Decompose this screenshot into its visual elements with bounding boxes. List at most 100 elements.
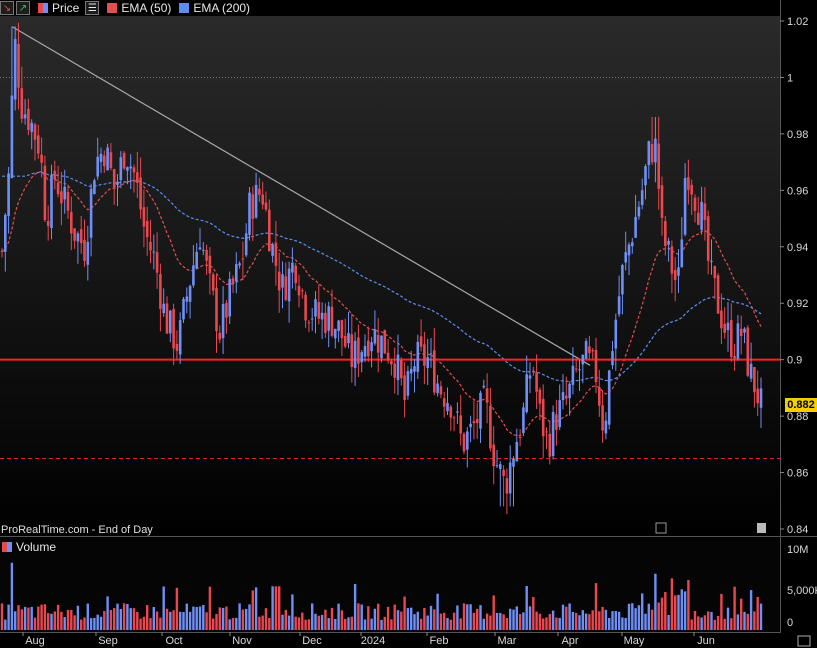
candle-body — [215, 288, 218, 332]
candle-body — [188, 285, 192, 302]
volume-bar — [660, 597, 664, 630]
volume-bar — [109, 610, 113, 630]
volume-bar — [17, 605, 20, 630]
candle-body — [574, 368, 578, 370]
candle-body — [350, 334, 354, 368]
candle-body — [565, 395, 568, 399]
candle-body — [60, 191, 63, 204]
volume-bar — [578, 615, 581, 630]
candle-body — [221, 303, 225, 339]
volume-bar — [509, 608, 512, 630]
price-tick-label: 0.86 — [787, 468, 808, 480]
volume-bar — [390, 619, 393, 630]
candle-body — [205, 249, 208, 261]
volume-bar — [654, 573, 657, 630]
volume-bar — [756, 596, 759, 630]
volume-bar — [344, 618, 347, 630]
volume-bar — [324, 609, 327, 630]
candle-body — [522, 407, 525, 433]
candle-body — [449, 406, 453, 418]
ema200-swatch — [179, 3, 190, 13]
volume-bar — [713, 619, 716, 630]
candle-body — [697, 212, 700, 225]
candle-body — [165, 303, 169, 334]
volume-bar — [561, 604, 565, 630]
volume-bar — [314, 613, 317, 630]
candle-body — [119, 157, 123, 181]
candle-body — [683, 177, 687, 235]
volume-bar — [532, 597, 535, 630]
list-icon[interactable]: ☰ — [85, 1, 100, 15]
price-tick-label: 1 — [787, 72, 793, 84]
candle-body — [277, 271, 281, 291]
candle-body — [172, 308, 175, 349]
volume-bar — [400, 611, 403, 630]
volume-bar — [740, 598, 743, 630]
month-label: Feb — [430, 635, 449, 647]
month-label: Sep — [98, 635, 118, 647]
volume-bar — [291, 594, 294, 630]
candle-body — [79, 229, 83, 244]
price-tick-label: 0.94 — [787, 242, 808, 254]
volume-bar — [149, 618, 152, 630]
candle-body — [756, 388, 759, 404]
volume-bar — [212, 618, 215, 630]
volume-bar — [528, 606, 532, 630]
candle-body — [664, 220, 667, 246]
volume-bar — [113, 608, 116, 630]
volume-bar — [680, 589, 683, 630]
candle-body — [383, 330, 387, 354]
candle-body — [56, 182, 60, 195]
candle-body — [198, 247, 202, 250]
volume-tick-label: 10M — [787, 544, 808, 556]
ema200-label[interactable]: EMA (200) — [193, 1, 250, 15]
volume-bar — [192, 606, 195, 630]
volume-bar — [264, 608, 268, 630]
volume-bar — [218, 607, 221, 630]
candle-body — [353, 340, 357, 369]
volume-bar — [360, 604, 363, 630]
volume-bar — [522, 612, 525, 630]
candle-body — [716, 275, 720, 314]
volume-bar — [683, 591, 687, 630]
volume-bar — [611, 611, 614, 630]
volume-bar — [271, 586, 274, 630]
volume-bar — [644, 613, 647, 630]
volume-bar — [152, 607, 155, 630]
candle-body — [363, 346, 367, 357]
candle-body — [40, 154, 43, 163]
price-chart[interactable]: 1.02 1 0.98 0.96 0.94 0.92 0.9 0.88 0.86 0.84 10M 5… — [0, 0, 817, 648]
candle-body — [442, 398, 446, 407]
volume-bar — [297, 617, 301, 630]
candle-body — [568, 383, 571, 399]
candle-body — [403, 375, 406, 401]
arrow-down-icon[interactable]: ↘ — [0, 1, 14, 15]
volume-bar — [47, 613, 50, 630]
candle-body — [654, 138, 657, 163]
volume-bar — [601, 606, 604, 630]
candle-body — [37, 135, 40, 154]
candle-body — [551, 412, 555, 456]
price-label[interactable]: Price — [52, 1, 79, 15]
candle-body — [304, 294, 307, 321]
candle-body — [30, 122, 33, 132]
volume-bar — [489, 615, 492, 630]
month-label: Apr — [561, 635, 578, 647]
volume-bar — [195, 606, 198, 630]
volume-bar — [674, 595, 677, 630]
ema50-label[interactable]: EMA (50) — [121, 1, 171, 15]
candle-body — [122, 152, 126, 169]
volume-bar — [373, 608, 377, 630]
volume-label[interactable]: Volume — [16, 540, 56, 554]
candle-body — [578, 369, 581, 371]
candle-body — [129, 166, 132, 169]
candle-body — [360, 352, 363, 363]
candle-body — [518, 436, 522, 438]
volume-bar — [548, 613, 551, 630]
arrow-up-icon[interactable]: ↗ — [16, 1, 30, 15]
volume-bar — [155, 611, 159, 630]
current-price-badge: 0.882 — [785, 398, 817, 412]
volume-bar — [169, 611, 172, 630]
volume-bar — [406, 608, 410, 630]
candle-body — [182, 298, 185, 320]
